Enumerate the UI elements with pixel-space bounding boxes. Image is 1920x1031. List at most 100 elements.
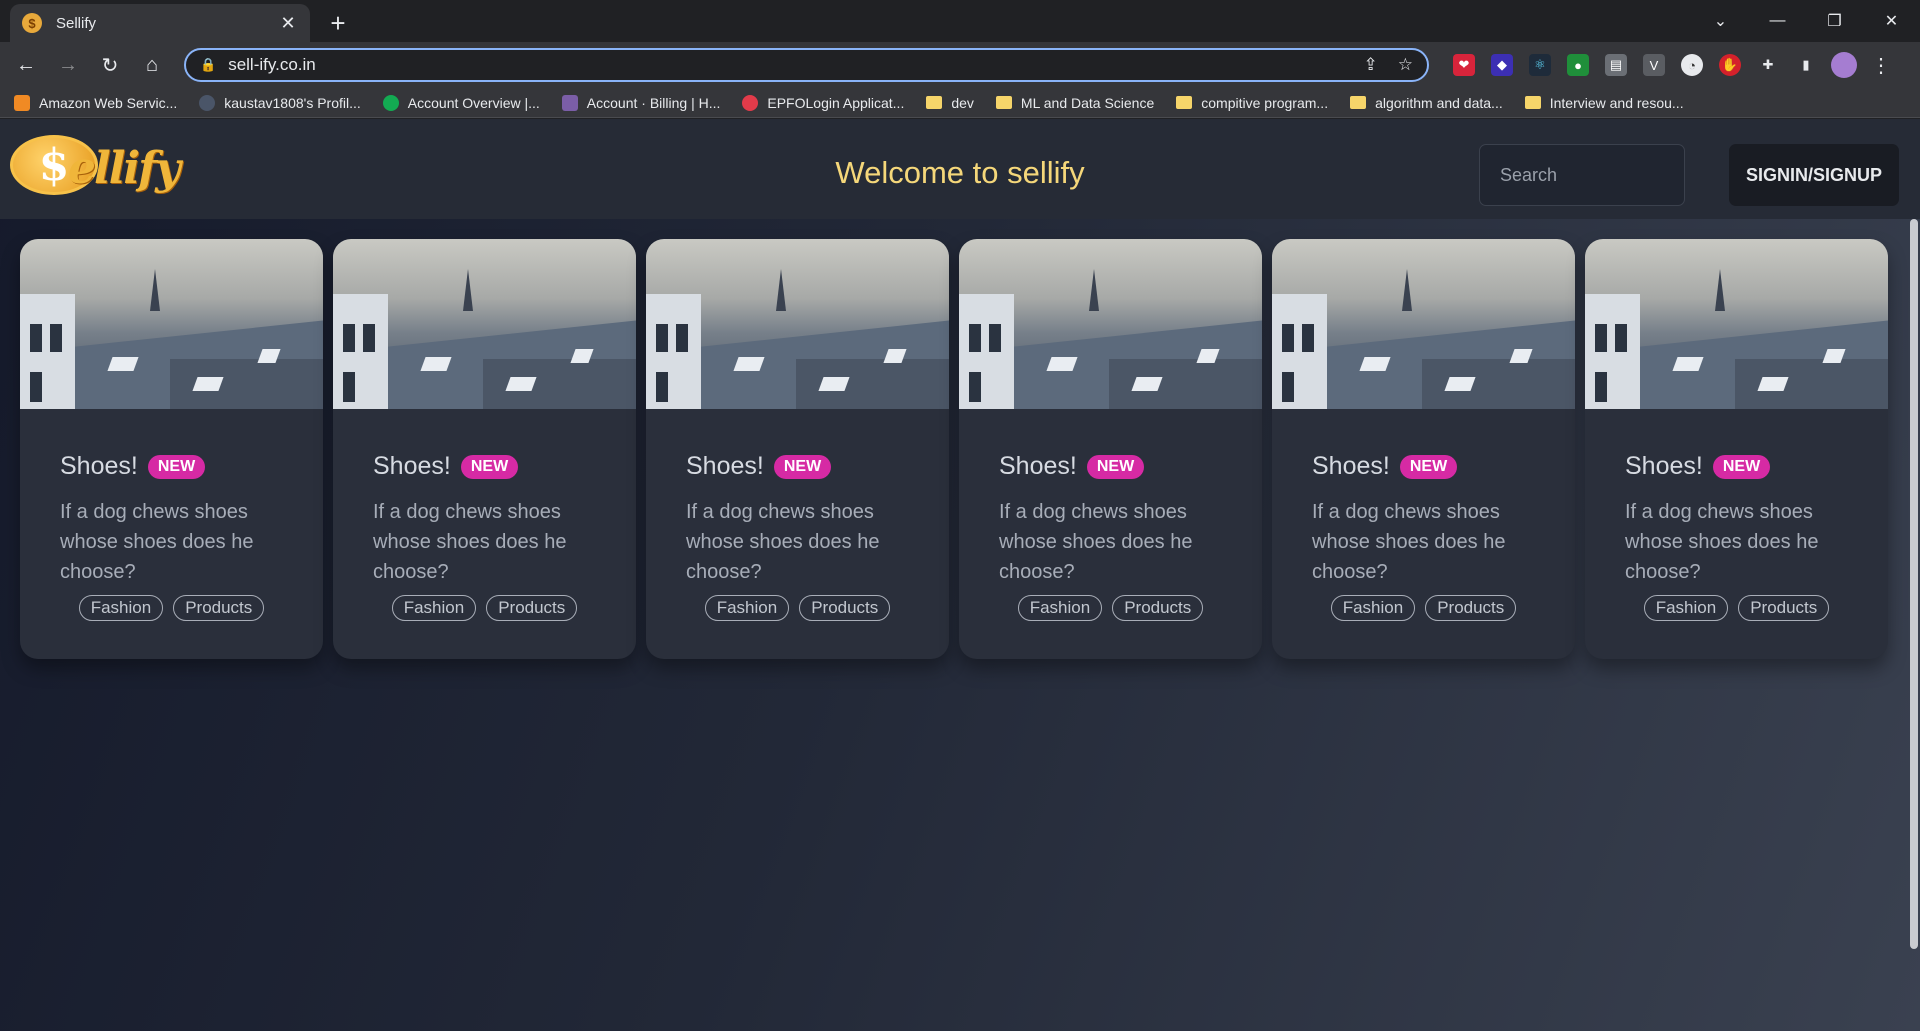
pocket-extension-icon[interactable]: ❤	[1453, 54, 1475, 76]
bookmark-star-icon[interactable]: ☆	[1398, 55, 1413, 75]
product-card[interactable]: Shoes! NEW If a dog chews shoes whose sh…	[1272, 239, 1575, 659]
window-shape	[343, 372, 355, 402]
tag-pill[interactable]: Products	[1112, 595, 1204, 621]
product-card[interactable]: Shoes! NEW If a dog chews shoes whose sh…	[646, 239, 949, 659]
profile-avatar[interactable]	[1831, 52, 1857, 78]
back-arrow-icon[interactable]: ←	[10, 49, 42, 81]
tag-pill[interactable]: Fashion	[78, 595, 164, 621]
eiffel-tower-shape	[1402, 269, 1412, 311]
building-shape	[1272, 294, 1327, 409]
product-card[interactable]: Shoes! NEW If a dog chews shoes whose sh…	[20, 239, 323, 659]
tag-pill[interactable]: Fashion	[704, 595, 790, 621]
close-window-button[interactable]: ✕	[1863, 11, 1920, 31]
bookmark-label: kaustav1808's Profil...	[224, 94, 361, 111]
clock-extension-icon[interactable]: ◔	[1681, 54, 1703, 76]
forward-arrow-icon[interactable]: →	[52, 49, 84, 81]
window-shape	[1282, 324, 1294, 352]
adblock-extension-icon[interactable]: ✋	[1719, 54, 1741, 76]
puzzle-extensions-icon[interactable]: ✚	[1757, 54, 1779, 76]
bookmark-folder-algo[interactable]: algorithm and data...	[1350, 95, 1503, 111]
card-tags: Fashion Products	[1312, 595, 1535, 621]
product-card[interactable]: Shoes! NEW If a dog chews shoes whose sh…	[333, 239, 636, 659]
minimize-button[interactable]: —	[1749, 12, 1806, 30]
product-image	[1585, 239, 1888, 409]
tag-pill[interactable]: Fashion	[1330, 595, 1416, 621]
restore-button[interactable]: ❐	[1806, 11, 1863, 31]
bookmark-label: Amazon Web Servic...	[39, 94, 178, 111]
folder-icon	[926, 96, 943, 109]
search-input[interactable]: Search	[1479, 144, 1685, 206]
product-card[interactable]: Shoes! NEW If a dog chews shoes whose sh…	[959, 239, 1262, 659]
new-badge: NEW	[1086, 454, 1145, 479]
page-viewport: $ ellify Welcome to sellify Search SIGNI…	[0, 119, 1920, 1031]
window-shape	[656, 372, 668, 402]
bookmark-folder-ml[interactable]: ML and Data Science	[995, 95, 1154, 111]
react-extension-icon[interactable]: ⚛	[1529, 54, 1551, 76]
card-body: Shoes! NEW If a dog chews shoes whose sh…	[20, 409, 323, 621]
folder-icon	[1524, 96, 1541, 109]
bookmark-profile[interactable]: kaustav1808's Profil...	[199, 94, 361, 111]
building-shape	[333, 294, 388, 409]
bookmark-aws[interactable]: Amazon Web Servic...	[14, 94, 178, 111]
url-text[interactable]: sell-ify.co.in	[228, 55, 1343, 75]
tag-pill[interactable]: Fashion	[391, 595, 477, 621]
bookmark-epfo[interactable]: EPFOLogin Applicat...	[742, 94, 904, 111]
product-image	[333, 239, 636, 409]
tag-pill[interactable]: Products	[799, 595, 891, 621]
tag-pill[interactable]: Fashion	[1643, 595, 1729, 621]
evernote-extension-icon[interactable]: ●	[1567, 54, 1589, 76]
new-badge: NEW	[1399, 454, 1458, 479]
tag-pill[interactable]: Products	[1738, 595, 1830, 621]
card-title-row: Shoes! NEW	[1312, 452, 1535, 481]
bookmark-mongodb[interactable]: Account Overview |...	[382, 94, 540, 111]
eiffel-tower-shape	[1089, 269, 1099, 311]
bookmark-folder-dev[interactable]: dev	[926, 95, 974, 111]
sellify-favicon-icon: $	[22, 13, 42, 33]
side-panel-icon[interactable]: ▮	[1795, 54, 1817, 76]
lock-icon[interactable]: 🔒	[200, 57, 216, 73]
vue-extension-icon[interactable]: V	[1643, 54, 1665, 76]
tab-manager-extension-icon[interactable]: ▤	[1605, 54, 1627, 76]
skylight-shape	[1757, 377, 1789, 391]
bookmark-folder-interview[interactable]: Interview and resou...	[1524, 95, 1684, 111]
card-tags: Fashion Products	[999, 595, 1222, 621]
bookmark-heroku[interactable]: Account · Billing | H...	[561, 94, 720, 111]
product-image	[20, 239, 323, 409]
card-description: If a dog chews shoes whose shoes does he…	[373, 501, 567, 583]
product-card[interactable]: Shoes! NEW If a dog chews shoes whose sh…	[1585, 239, 1888, 659]
card-body: Shoes! NEW If a dog chews shoes whose sh…	[646, 409, 949, 621]
building-shape	[646, 294, 701, 409]
card-body: Shoes! NEW If a dog chews shoes whose sh…	[959, 409, 1262, 621]
eiffel-tower-shape	[463, 269, 473, 311]
card-title-row: Shoes! NEW	[1625, 452, 1848, 481]
new-badge: NEW	[773, 454, 832, 479]
roof-shape	[170, 359, 323, 409]
tab-search-icon[interactable]: ⌄	[1692, 11, 1749, 31]
close-tab-icon[interactable]: ✕	[278, 13, 298, 34]
reload-icon[interactable]: ↻	[94, 49, 126, 81]
home-icon[interactable]: ⌂	[136, 49, 168, 81]
browser-tab-active[interactable]: $ Sellify ✕	[10, 4, 310, 42]
skylight-shape	[818, 377, 850, 391]
tag-pill[interactable]: Products	[486, 595, 578, 621]
address-bar[interactable]: 🔒 sell-ify.co.in ⇪ ☆	[184, 48, 1429, 82]
product-image	[1272, 239, 1575, 409]
new-tab-button[interactable]: +	[326, 8, 350, 39]
window-shape	[343, 324, 355, 352]
product-image	[959, 239, 1262, 409]
signin-signup-button[interactable]: SIGNIN/SIGNUP	[1729, 144, 1899, 206]
scrollbar[interactable]	[1910, 219, 1918, 949]
skylight-shape	[107, 357, 139, 371]
building-shape	[20, 294, 75, 409]
tag-pill[interactable]: Products	[173, 595, 265, 621]
bookmark-label: Account Overview |...	[407, 94, 540, 111]
tag-pill[interactable]: Products	[1425, 595, 1517, 621]
gem-extension-icon[interactable]: ◆	[1491, 54, 1513, 76]
window-controls: ⌄ — ❐ ✕	[1692, 0, 1920, 42]
tag-pill[interactable]: Fashion	[1017, 595, 1103, 621]
bookmark-folder-cp[interactable]: compitive program...	[1176, 95, 1328, 111]
window-shape	[50, 324, 62, 352]
share-icon[interactable]: ⇪	[1364, 55, 1378, 75]
card-description: If a dog chews shoes whose shoes does he…	[1625, 501, 1819, 583]
more-menu-icon[interactable]: ⋮	[1871, 53, 1891, 78]
